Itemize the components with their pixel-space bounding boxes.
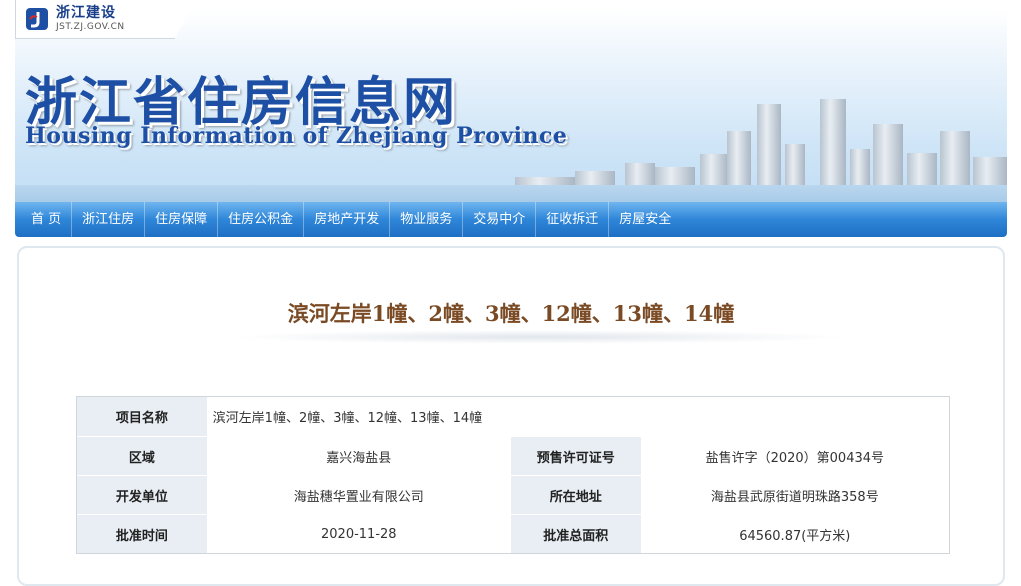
developer-label: 开发单位 — [77, 475, 207, 514]
table-row: 开发单位 海盐穗华置业有限公司 所在地址 海盐县武原街道明珠路358号 — [77, 475, 949, 514]
nav-item-expropriation[interactable]: 征收拆迁 — [536, 202, 610, 237]
site-subtitle: Housing Information of Zhejiang Province — [25, 123, 568, 149]
approval-time-label: 批准时间 — [77, 514, 207, 553]
skyline-building — [700, 154, 728, 189]
skyline-building — [727, 131, 751, 189]
address-value: 海盐县武原街道明珠路358号 — [640, 475, 949, 514]
region-value: 嘉兴海盐县 — [206, 436, 511, 475]
table-row: 区域 嘉兴海盐县 预售许可证号 盐售许字（2020）第00434号 — [77, 436, 949, 475]
presale-permit-value: 盐售许字（2020）第00434号 — [640, 436, 949, 475]
site-logo[interactable]: 浙江建设 JST.ZJ.GOV.CN — [15, 0, 194, 39]
project-name-label: 项目名称 — [77, 397, 207, 436]
logo-icon — [24, 6, 50, 32]
skyline-building — [785, 144, 805, 189]
table-row: 批准时间 2020-11-28 批准总面积 64560.87(平方米) — [77, 514, 949, 553]
region-label: 区域 — [77, 436, 207, 475]
table-row: 项目名称 滨河左岸1幢、2幢、3幢、12幢、13幢、14幢 — [77, 397, 949, 436]
approval-time-value: 2020-11-28 — [206, 514, 511, 553]
water — [15, 185, 1007, 203]
nav-item-home[interactable]: 首 页 — [21, 202, 73, 237]
skyline-building — [873, 124, 903, 189]
logo-name: 浙江建设 — [56, 5, 116, 21]
nav-item-trading-agency[interactable]: 交易中介 — [463, 202, 537, 237]
main-nav: 首 页 浙江住房 住房保障 住房公积金 房地产开发 物业服务 交易中介 征收拆迁… — [15, 202, 1007, 237]
skyline-building — [757, 104, 781, 189]
project-name-value: 滨河左岸1幢、2幢、3幢、12幢、13幢、14幢 — [212, 411, 483, 426]
project-info-table: 项目名称 滨河左岸1幢、2幢、3幢、12幢、13幢、14幢 区域 嘉兴海盐县 预… — [76, 396, 950, 554]
nav-item-zhejiang-housing[interactable]: 浙江住房 — [72, 202, 146, 237]
nav-item-housing-security[interactable]: 住房保障 — [145, 202, 219, 237]
nav-item-housing-safety[interactable]: 房屋安全 — [609, 202, 681, 237]
skyline-building — [940, 131, 970, 189]
content-panel: 滨河左岸1幢、2幢、3幢、12幢、13幢、14幢 项目名称 滨河左岸1幢、2幢、… — [17, 246, 1005, 586]
nav-item-housing-fund[interactable]: 住房公积金 — [218, 202, 305, 237]
nav-item-property-service[interactable]: 物业服务 — [390, 202, 464, 237]
page-title: 滨河左岸1幢、2幢、3幢、12幢、13幢、14幢 — [287, 301, 735, 326]
developer-value: 海盐穗华置业有限公司 — [206, 475, 511, 514]
nav-item-real-estate-development[interactable]: 房地产开发 — [304, 202, 391, 237]
logo-domain: JST.ZJ.GOV.CN — [56, 22, 125, 32]
title-divider — [229, 330, 849, 344]
presale-permit-label: 预售许可证号 — [510, 436, 641, 475]
skyline-building — [850, 149, 870, 189]
total-area-value: 64560.87(平方米) — [640, 514, 949, 553]
skyline-building — [907, 153, 937, 189]
skyline-building — [820, 99, 846, 189]
address-label: 所在地址 — [510, 475, 641, 514]
total-area-label: 批准总面积 — [510, 514, 641, 553]
